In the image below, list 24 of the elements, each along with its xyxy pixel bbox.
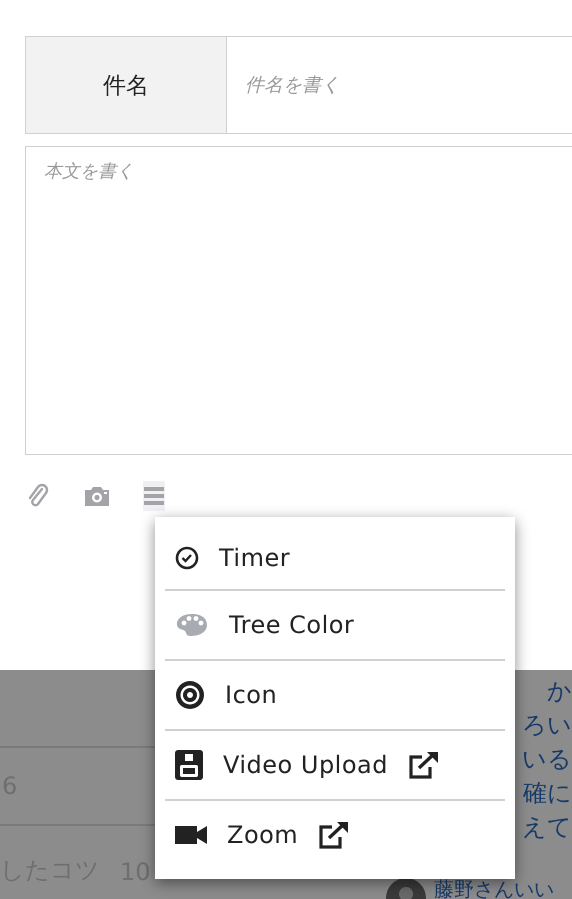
comment-text: ろい: [522, 710, 572, 741]
subject-label: 件名: [25, 36, 227, 134]
comment-text: いる: [522, 744, 572, 775]
comment-text: 藤野さんいい: [434, 878, 554, 899]
menu-item-label: Timer: [219, 544, 290, 572]
menu-item[interactable]: Timer: [165, 527, 505, 589]
subject-field[interactable]: 件名を書く: [227, 36, 572, 134]
menu-item[interactable]: Video Upload: [165, 729, 505, 799]
comment-text: か: [547, 676, 572, 707]
menu-item-label: Video Upload: [223, 751, 388, 779]
comment-text: 確に: [523, 778, 572, 809]
palette-icon: [175, 612, 209, 638]
menu-item[interactable]: Tree Color: [165, 589, 505, 659]
video-camera-icon: [175, 824, 207, 846]
body-field[interactable]: 本文を書く: [25, 146, 572, 455]
menu-item[interactable]: Zoom: [165, 799, 505, 869]
menu-item-label: Zoom: [227, 821, 298, 849]
comment-text: えて: [522, 812, 572, 843]
target-icon: [175, 680, 205, 710]
camera-icon[interactable]: [83, 485, 111, 507]
menu-item[interactable]: Icon: [165, 659, 505, 729]
menu-icon[interactable]: [143, 481, 165, 511]
menu-item-label: Tree Color: [229, 611, 354, 639]
menu-item-label: Icon: [225, 681, 278, 709]
